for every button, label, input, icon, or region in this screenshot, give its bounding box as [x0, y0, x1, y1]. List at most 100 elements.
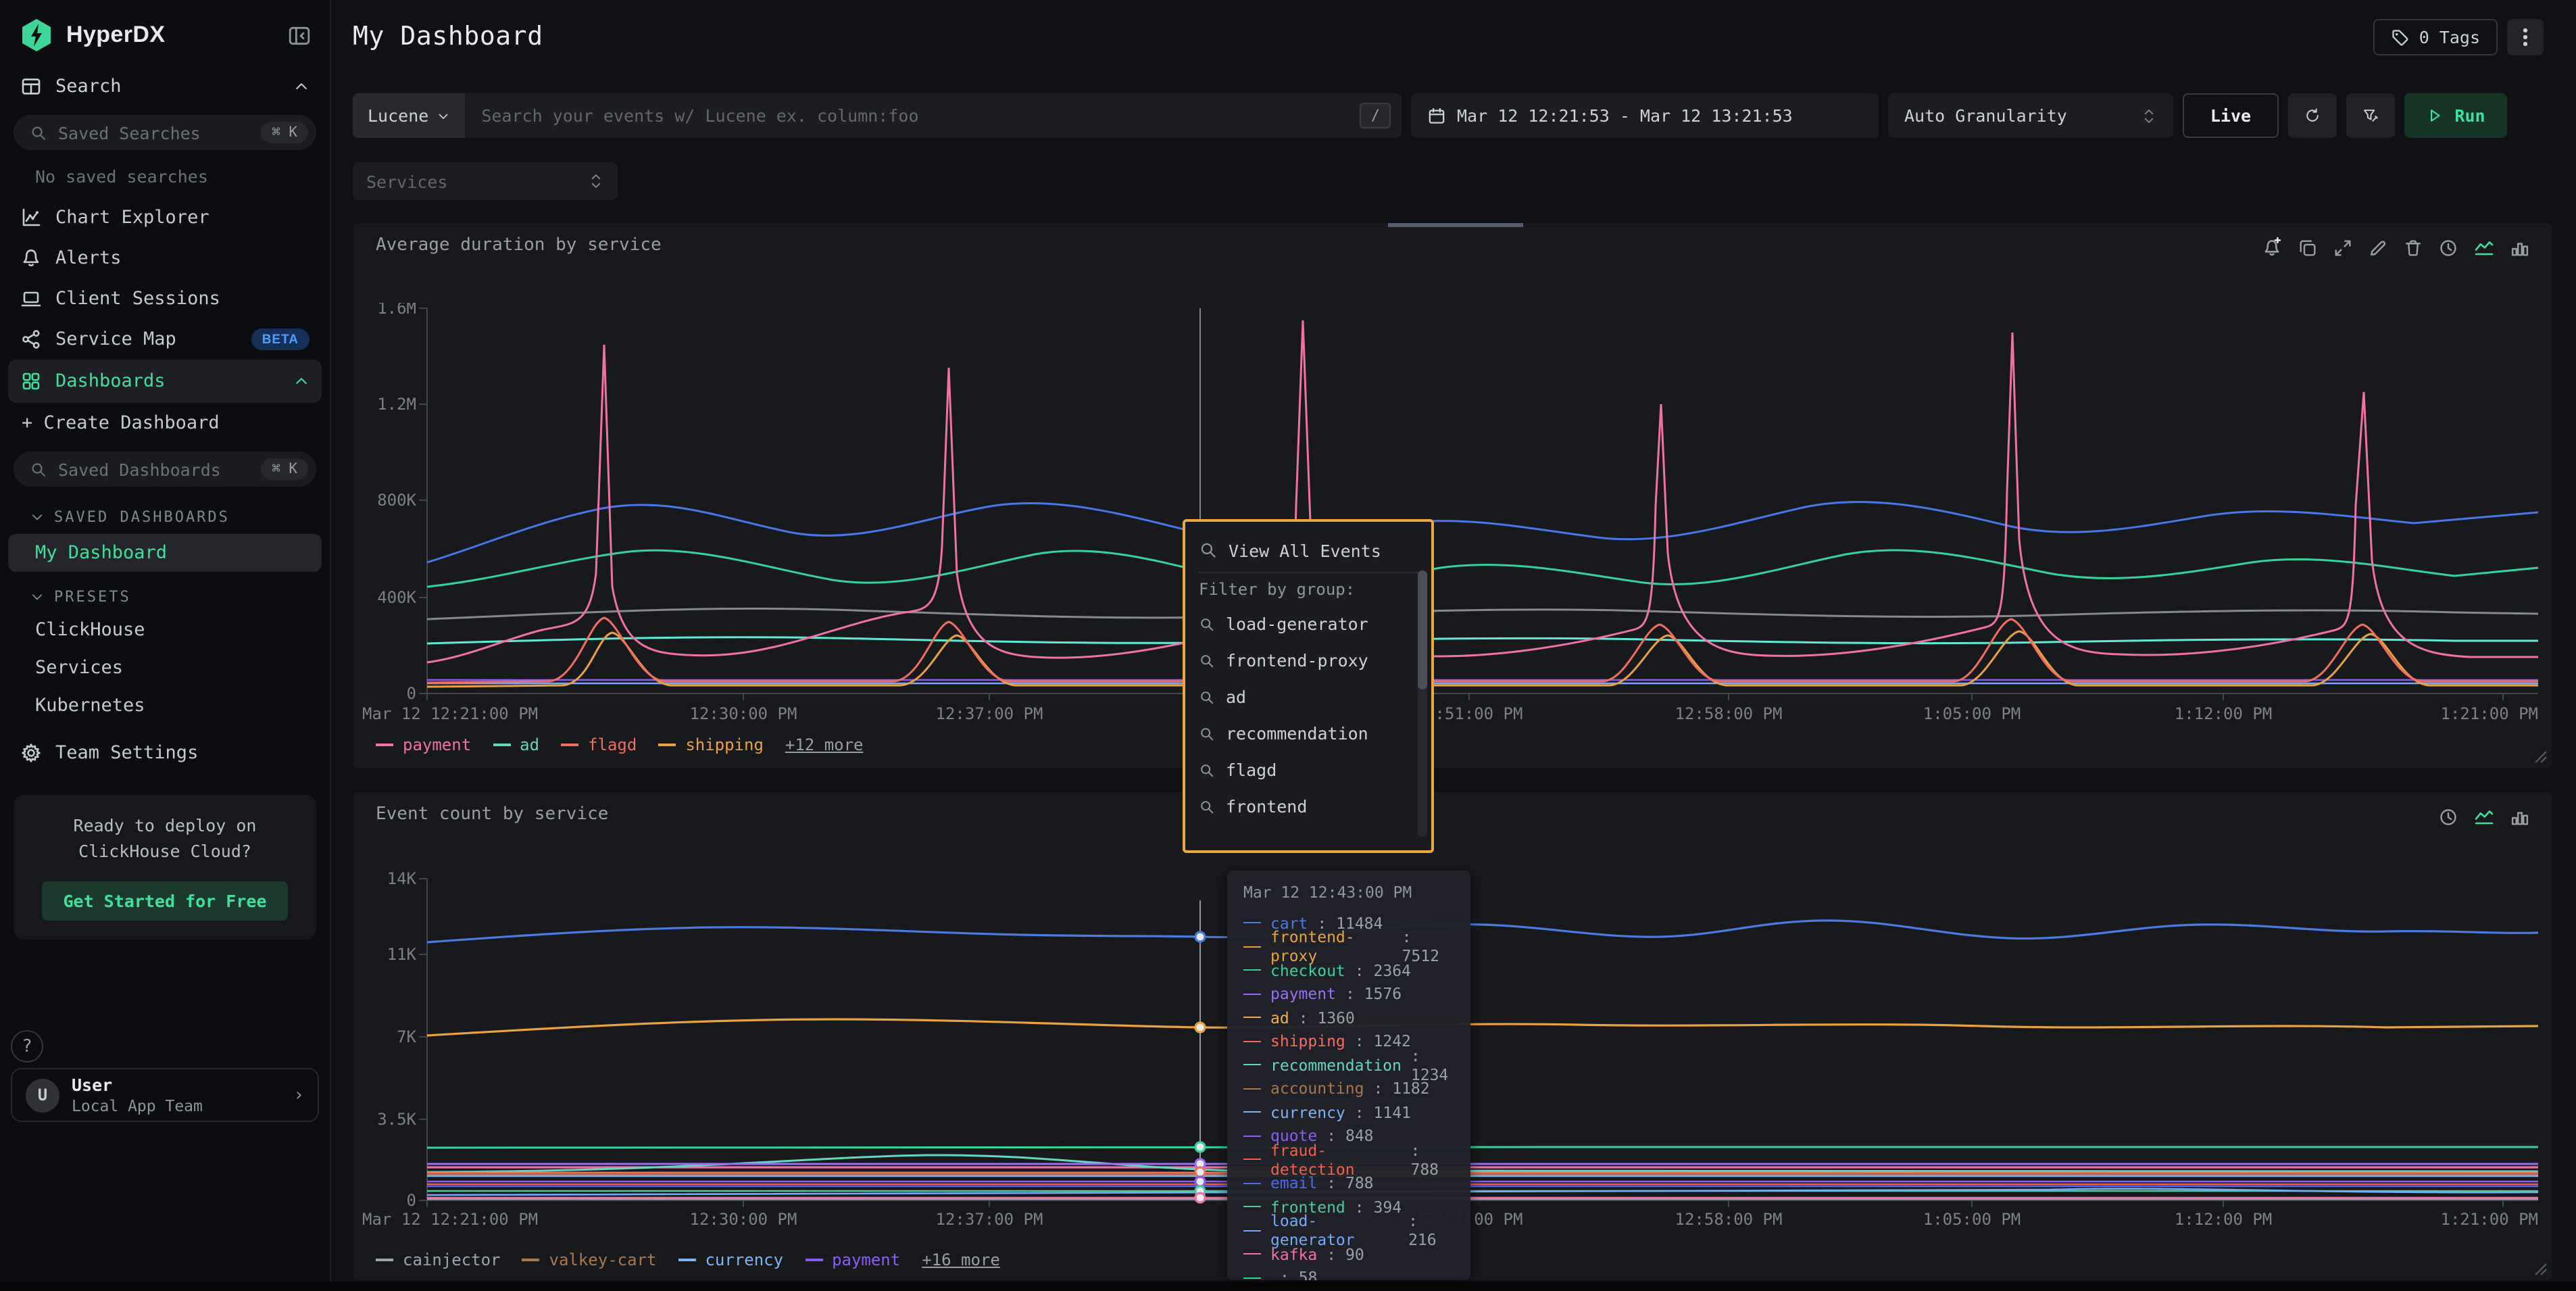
saved-searches-input[interactable]: Saved Searches ⌘ K	[14, 115, 316, 150]
svg-text:12:30:00 PM: 12:30:00 PM	[690, 704, 797, 723]
legend-dash	[376, 744, 393, 746]
popup-scrollbar[interactable]	[1418, 570, 1427, 837]
tag-icon	[2391, 28, 2410, 47]
legend-item[interactable]: currency	[678, 1250, 783, 1269]
play-icon	[2426, 107, 2444, 124]
series-name: shipping	[1270, 1032, 1345, 1051]
legend-item[interactable]: flagd	[561, 735, 637, 754]
services-filter-select[interactable]: Services	[353, 162, 618, 200]
refresh-icon	[2304, 105, 2321, 126]
line-chart-icon[interactable]	[2473, 237, 2495, 258]
history-icon[interactable]	[2438, 237, 2458, 258]
line-chart-icon[interactable]	[2473, 806, 2495, 827]
bar-chart-icon[interactable]	[2510, 806, 2530, 827]
granularity-select[interactable]: Auto Granularity	[1888, 93, 2173, 138]
live-button[interactable]: Live	[2183, 93, 2279, 138]
saved-dashboards-group[interactable]: SAVED DASHBOARDS	[0, 495, 330, 531]
filter-by-group-label: Filter by group:	[1199, 580, 1418, 599]
dashboard-menu-button[interactable]	[2507, 19, 2544, 55]
bar-chart-icon[interactable]	[2510, 237, 2530, 258]
alert-add-icon[interactable]	[2261, 237, 2283, 258]
legend-item[interactable]: payment	[805, 1250, 900, 1269]
search-icon	[1199, 762, 1215, 778]
sidebar-item-my-dashboard[interactable]: My Dashboard	[8, 534, 322, 572]
edit-icon[interactable]	[2368, 237, 2388, 258]
sidebar-item-clickhouse[interactable]: ClickHouse	[0, 611, 330, 649]
view-all-events-option[interactable]: View All Events	[1199, 533, 1418, 568]
language-select[interactable]: Lucene	[353, 93, 465, 138]
promo-text: Ready to deploy on ClickHouse Cloud?	[30, 814, 300, 864]
brand-name: HyperDX	[66, 22, 276, 49]
run-button[interactable]: Run	[2404, 93, 2507, 138]
search-icon	[1199, 798, 1215, 814]
search-icon	[30, 124, 47, 141]
legend-more-link[interactable]: +16 more	[922, 1250, 1000, 1269]
date-range-picker[interactable]: Mar 12 12:21:53 - Mar 12 13:21:53	[1411, 93, 1879, 138]
group-option-load-generator[interactable]: load-generator	[1199, 606, 1418, 642]
duplicate-icon[interactable]	[2298, 237, 2318, 258]
legend-item[interactable]: cainjector	[376, 1250, 501, 1269]
sidebar-item-services[interactable]: Services	[0, 649, 330, 687]
sidebar-item-alerts[interactable]: Alerts	[0, 238, 330, 278]
sidebar-item-search[interactable]: Search	[0, 66, 330, 107]
legend-item[interactable]: payment	[376, 735, 471, 754]
beta-badge: BETA	[251, 328, 309, 350]
series-value: 1234	[1411, 1046, 1454, 1084]
popup-scrollbar-thumb[interactable]	[1418, 570, 1427, 689]
group-option-recommendation[interactable]: recommendation	[1199, 715, 1418, 752]
group-label: SAVED DASHBOARDS	[54, 508, 230, 526]
presets-group[interactable]: PRESETS	[0, 575, 330, 611]
chevron-up-icon	[293, 78, 309, 95]
series-name: accounting	[1270, 1079, 1364, 1098]
sidebar-item-team-settings[interactable]: Team Settings	[0, 733, 330, 773]
duration-chart[interactable]: 1.6M 1.2M 800K 400K 0 Mar 12 12:21:00 PM…	[360, 303, 2544, 730]
hyperdx-logo-icon	[19, 18, 54, 53]
history-icon[interactable]	[2438, 806, 2458, 827]
create-dashboard-button[interactable]: + Create Dashboard	[0, 403, 330, 443]
svg-text:800K: 800K	[377, 491, 416, 510]
legend-more-link[interactable]: +12 more	[785, 735, 864, 754]
legend-item[interactable]: ad	[493, 735, 539, 754]
search-icon	[1199, 652, 1215, 668]
series-dash	[1243, 1041, 1261, 1042]
panel-title: Average duration by service	[376, 235, 662, 255]
panel-toolbar	[2438, 806, 2530, 827]
group-option-ad[interactable]: ad	[1199, 679, 1418, 715]
get-started-button[interactable]: Get Started for Free	[41, 881, 288, 920]
legend-item[interactable]: valkey-cart	[522, 1250, 657, 1269]
panel-resize-handle[interactable]	[2534, 750, 2548, 764]
filter-edit-button[interactable]	[2346, 93, 2395, 138]
user-menu[interactable]: U User Local App Team ›	[11, 1068, 319, 1122]
sidebar-item-label: Alerts	[55, 247, 309, 269]
bottom-strip	[0, 1282, 2576, 1291]
sidebar-item-chart-explorer[interactable]: Chart Explorer	[0, 197, 330, 238]
sidebar-item-kubernetes[interactable]: Kubernetes	[0, 687, 330, 725]
legend-item[interactable]: shipping	[658, 735, 764, 754]
group-option-frontend-proxy[interactable]: frontend-proxy	[1199, 642, 1418, 679]
group-option-flagd[interactable]: flagd	[1199, 752, 1418, 788]
saved-dashboards-input[interactable]: Saved Dashboards ⌘ K	[14, 452, 316, 487]
group-option-label: load-generator	[1226, 614, 1368, 634]
sidebar-item-client-sessions[interactable]: Client Sessions	[0, 278, 330, 319]
sidebar-collapse-icon[interactable]	[288, 24, 311, 47]
sidebar-item-dashboards[interactable]: Dashboards	[8, 360, 322, 403]
series-dash	[1243, 1112, 1261, 1113]
panel-resize-handle[interactable]	[2534, 1263, 2548, 1276]
group-option-frontend[interactable]: frontend	[1199, 788, 1418, 825]
search-input[interactable]: Search your events w/ Lucene ex. column:…	[465, 105, 1360, 126]
updown-chevrons-icon	[588, 172, 604, 191]
search-icon	[1199, 725, 1215, 741]
panel-drag-handle[interactable]	[1388, 223, 1523, 227]
delete-icon[interactable]	[2403, 237, 2423, 258]
search-icon	[1199, 689, 1215, 705]
brand-row: HyperDX	[0, 0, 330, 66]
help-button[interactable]: ?	[11, 1030, 43, 1063]
tags-button[interactable]: 0 Tags	[2373, 19, 2498, 55]
avatar: U	[26, 1078, 59, 1112]
group-option-label: flagd	[1226, 760, 1277, 780]
refresh-button[interactable]	[2288, 93, 2337, 138]
saved-dashboards-placeholder: Saved Dashboards	[58, 459, 250, 479]
expand-icon[interactable]	[2333, 237, 2353, 258]
series-dash	[1243, 1230, 1261, 1232]
sidebar-item-service-map[interactable]: Service Map BETA	[0, 319, 330, 360]
